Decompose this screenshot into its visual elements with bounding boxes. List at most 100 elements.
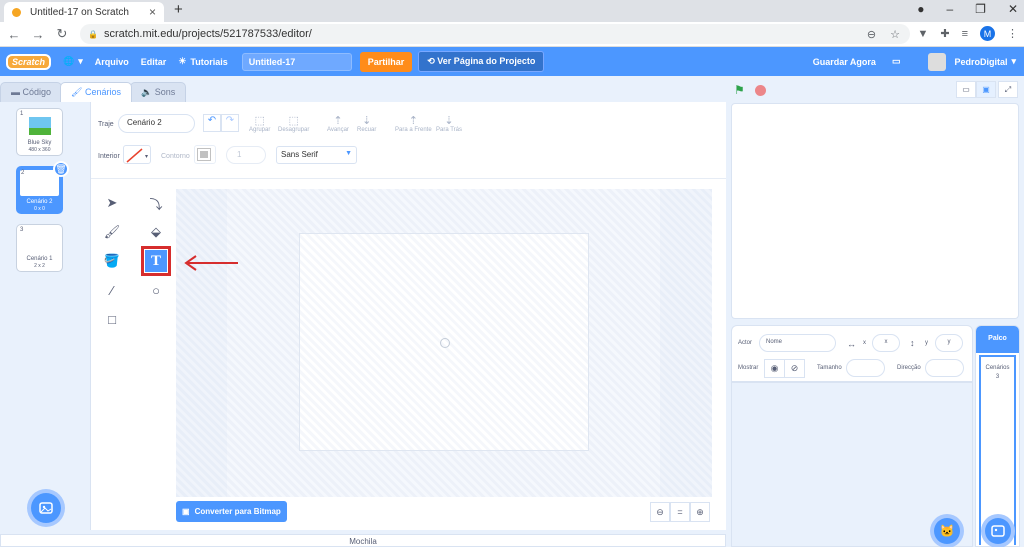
language-menu[interactable]: 🌐 ▾ [63,56,83,67]
extensions-puzzle-icon[interactable]: ✚ [940,27,949,40]
close-tab-icon[interactable]: × [149,5,156,19]
tab-code[interactable]: ▬ Código [0,82,63,102]
zoom-out-icon[interactable]: ⊖ [650,502,670,522]
choose-sprite-button[interactable]: 🐱 [934,518,960,544]
group-label: Agrupar [249,127,271,133]
share-button[interactable]: Partilhar [359,51,413,72]
save-now-button[interactable]: Guardar Agora [813,57,876,67]
scratch-favicon-icon [12,7,21,17]
fullscreen-icon[interactable]: ⤢ [998,81,1018,98]
fill-color-picker[interactable]: ▾ [123,145,151,164]
account-menu[interactable]: PedroDigital ▾ [928,52,1016,71]
outline-label: Contorno [161,153,190,160]
costume-number: 1 [20,111,24,117]
font-value: Sans Serif [281,150,318,159]
scratch-logo[interactable]: Scratch [6,53,52,70]
globe-icon: 🌐 [63,56,75,66]
new-tab-icon[interactable]: + [174,1,183,18]
delete-costume-icon[interactable]: 🗑 [53,161,69,177]
costume-list: 1 Blue Sky 480 x 360 2 Cenário 2 0 x 0 3… [0,102,91,530]
address-bar[interactable]: 🔒 scratch.mit.edu/projects/521787533/edi… [80,24,910,44]
forward-icon[interactable]: → [28,27,48,42]
tab-sounds[interactable]: 🔈 Sons [130,82,187,102]
center-crosshair-icon [440,338,450,348]
image-icon: ▣ [182,507,190,516]
circle-tool-icon[interactable]: ○ [145,279,167,301]
choose-backdrop-button[interactable] [31,493,61,523]
backpack[interactable]: Mochila [0,534,726,547]
lock-icon: 🔒 [88,29,98,39]
zoom-in-icon[interactable]: ⊕ [690,502,710,522]
extension-filter-icon[interactable]: ▼ [917,28,928,40]
edit-menu[interactable]: Editar [141,57,167,67]
username: PedroDigital [954,56,1008,67]
costume-item[interactable]: 3 Cenário 1 2 x 2 [16,224,63,272]
reload-icon[interactable]: ↻ [52,26,72,42]
green-flag-icon[interactable]: ⚑ [734,83,745,97]
show-sprite-icon[interactable]: ◉ [764,359,785,378]
y-input[interactable]: y [935,334,963,352]
backward-button[interactable]: ⇣ Recuar [357,114,376,133]
x-input[interactable]: x [872,334,900,352]
convert-to-bitmap-button[interactable]: ▣ Converter para Bitmap [176,501,287,522]
undo-icon[interactable]: ↶ [203,114,221,132]
canvas-paper[interactable] [299,233,589,451]
chrome-menu-icon[interactable]: ⋮ [1007,27,1018,40]
profile-menu-icon[interactable]: ● [917,2,924,16]
costume-item[interactable]: 1 Blue Sky 480 x 360 [16,108,63,156]
stop-icon[interactable] [755,85,766,96]
eraser-tool-icon[interactable]: ⬙ [145,221,167,243]
back-icon[interactable]: ← [4,27,24,42]
brush-tool-icon[interactable]: 🖌 [101,221,123,243]
forward-button[interactable]: ⇡ Avançar [327,114,349,133]
profile-avatar[interactable]: M [980,26,995,41]
paint-canvas[interactable] [176,189,712,497]
group-button[interactable]: ⬚ Agrupar [249,114,270,133]
tab-costumes-label: Cenários [84,87,122,97]
choose-backdrop-stage-button[interactable] [985,518,1011,544]
see-project-page-button[interactable]: ⟲ Ver Página do Projecto [418,51,545,72]
stage[interactable] [731,103,1019,319]
line-tool-icon[interactable]: ⁄ [101,279,123,301]
close-window-icon[interactable]: ✕ [1008,2,1018,16]
reading-list-icon[interactable]: ≡ [962,28,968,40]
cat-add-icon: 🐱 [939,524,955,538]
minimize-icon[interactable]: – [946,2,953,16]
reshape-tool-icon[interactable]: ⤵ [145,192,167,214]
normal-stage-icon[interactable]: ▣ [976,81,996,98]
no-fill-icon: ▾ [126,148,148,163]
browser-tab[interactable]: Untitled-17 on Scratch × [4,2,164,22]
bookmark-star-icon[interactable]: ☆ [890,28,900,41]
text-tool-icon[interactable]: T [141,246,171,276]
rectangle-tool-icon[interactable]: □ [101,308,123,330]
forward-label: Avançar [327,127,349,133]
scratch-menubar: Scratch 🌐 ▾ Arquivo Editar ☀ Tutoriais Unt… [0,47,1024,76]
font-dropdown[interactable]: Sans Serif ▼ [276,146,357,164]
select-tool-icon[interactable]: ➤ [101,192,123,214]
outline-width-input[interactable]: 1 [226,146,266,164]
stage-target-panel[interactable]: Palco Cenários 3 [975,325,1020,547]
file-menu[interactable]: Arquivo [95,57,129,67]
front-button[interactable]: ⇡ Para a Frente [395,114,432,133]
small-stage-icon[interactable]: ▭ [956,81,976,98]
stage-header: ⚑ ▭ ▣ ⤢ [730,80,1020,100]
project-title-input[interactable]: Untitled-17 [241,52,352,71]
direction-input[interactable] [925,359,964,377]
zoom-icon[interactable]: ⊖ [867,28,876,41]
tutorials-menu[interactable]: ☀ Tutoriais [178,56,227,67]
maximize-icon[interactable]: ❐ [975,2,986,16]
tab-costumes[interactable]: 🖌 Cenários [60,82,133,102]
costume-name-input[interactable]: Cenário 2 [118,114,195,133]
ungroup-button[interactable]: ⬚ Desagrupar [278,114,309,133]
sprite-name-input[interactable]: Nome [759,334,836,352]
size-input[interactable] [846,359,885,377]
browser-toolbar: ← → ↻ 🔒 scratch.mit.edu/projects/5217875… [0,22,1024,47]
zoom-reset-button[interactable]: = [670,502,690,522]
hide-sprite-icon[interactable]: ⊘ [784,359,805,378]
extension-icons: ▼ ✚ ≡ M ⋮ [917,26,1018,41]
fill-tool-icon[interactable]: 🪣 [101,250,123,272]
back-button[interactable]: ⇣ Para Trás [436,114,462,133]
my-stuff-folder-icon[interactable]: ▭ [892,56,901,67]
outline-color-picker[interactable] [194,145,216,164]
redo-icon[interactable]: ↷ [221,114,239,132]
